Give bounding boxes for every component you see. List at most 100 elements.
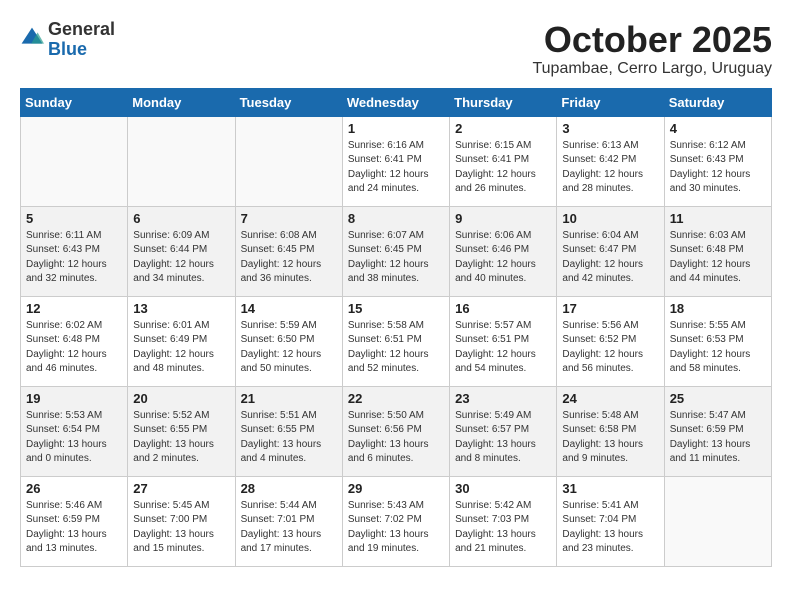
day-info: Sunrise: 6:01 AM Sunset: 6:49 PM Dayligh… (133, 319, 229, 377)
day-info: Sunrise: 5:46 AM Sunset: 6:59 PM Dayligh… (26, 499, 122, 557)
day-info: Sunrise: 6:15 AM Sunset: 6:41 PM Dayligh… (455, 139, 551, 197)
calendar-cell: 4 Sunrise: 6:12 AM Sunset: 6:43 PM Daylig… (664, 116, 771, 206)
logo-icon (20, 26, 44, 50)
day-number: 20 (133, 391, 229, 406)
logo-general-text: General (48, 19, 115, 39)
calendar-cell: 22Sunrise: 5:50 AM Sunset: 6:56 PM Dayli… (342, 386, 449, 476)
day-number: 10 (562, 211, 658, 226)
day-number: 1 (348, 121, 444, 136)
day-number: 31 (562, 481, 658, 496)
day-number: 13 (133, 301, 229, 316)
logo-blue-text: Blue (48, 39, 87, 59)
calendar-cell: 25 Sunrise: 5:47 AM Sunset: 6:59 PM Dayli… (664, 386, 771, 476)
day-info: Sunrise: 5:48 AM Sunset: 6:58 PM Dayligh… (562, 409, 658, 467)
calendar-cell: 5 Sunrise: 6:11 AM Sunset: 6:43 PM Daylig… (21, 206, 128, 296)
day-number: 3 (562, 121, 658, 136)
day-number: 18 (670, 301, 766, 316)
day-info: Sunrise: 6:13 AM Sunset: 6:42 PM Dayligh… (562, 139, 658, 197)
calendar-cell (128, 116, 235, 206)
calendar-cell: 23Sunrise: 5:49 AM Sunset: 6:57 PM Dayli… (450, 386, 557, 476)
day-number: 27 (133, 481, 229, 496)
day-number: 24 (562, 391, 658, 406)
day-info: Sunrise: 5:57 AM Sunset: 6:51 PM Dayligh… (455, 319, 551, 377)
day-info: Sunrise: 6:11 AM Sunset: 6:43 PM Dayligh… (26, 229, 122, 287)
day-number: 4 (670, 121, 766, 136)
day-info: Sunrise: 5:47 AM Sunset: 6:59 PM Dayligh… (670, 409, 766, 467)
calendar-cell: 17Sunrise: 5:56 AM Sunset: 6:52 PM Dayli… (557, 296, 664, 386)
day-info: Sunrise: 6:09 AM Sunset: 6:44 PM Dayligh… (133, 229, 229, 287)
day-number: 16 (455, 301, 551, 316)
day-info: Sunrise: 6:02 AM Sunset: 6:48 PM Dayligh… (26, 319, 122, 377)
day-number: 17 (562, 301, 658, 316)
calendar-cell: 9 Sunrise: 6:06 AM Sunset: 6:46 PM Daylig… (450, 206, 557, 296)
day-number: 12 (26, 301, 122, 316)
day-info: Sunrise: 6:04 AM Sunset: 6:47 PM Dayligh… (562, 229, 658, 287)
day-info: Sunrise: 5:58 AM Sunset: 6:51 PM Dayligh… (348, 319, 444, 377)
calendar-cell: 29 Sunrise: 5:43 AM Sunset: 7:02 PM Dayli… (342, 476, 449, 566)
calendar-cell: 21 Sunrise: 5:51 AM Sunset: 6:55 PM Dayli… (235, 386, 342, 476)
weekday-header-tuesday: Tuesday (235, 88, 342, 116)
calendar-cell (21, 116, 128, 206)
day-number: 9 (455, 211, 551, 226)
calendar-week-row: 19 Sunrise: 5:53 AM Sunset: 6:54 PM Dayli… (21, 386, 772, 476)
weekday-header-wednesday: Wednesday (342, 88, 449, 116)
day-number: 29 (348, 481, 444, 496)
day-number: 30 (455, 481, 551, 496)
calendar-cell: 20 Sunrise: 5:52 AM Sunset: 6:55 PM Dayli… (128, 386, 235, 476)
weekday-header-thursday: Thursday (450, 88, 557, 116)
day-number: 5 (26, 211, 122, 226)
calendar-week-row: 5 Sunrise: 6:11 AM Sunset: 6:43 PM Daylig… (21, 206, 772, 296)
day-info: Sunrise: 5:49 AM Sunset: 6:57 PM Dayligh… (455, 409, 551, 467)
day-number: 7 (241, 211, 337, 226)
calendar-cell: 3 Sunrise: 6:13 AM Sunset: 6:42 PM Daylig… (557, 116, 664, 206)
day-info: Sunrise: 5:59 AM Sunset: 6:50 PM Dayligh… (241, 319, 337, 377)
day-number: 28 (241, 481, 337, 496)
day-info: Sunrise: 6:03 AM Sunset: 6:48 PM Dayligh… (670, 229, 766, 287)
day-info: Sunrise: 5:53 AM Sunset: 6:54 PM Dayligh… (26, 409, 122, 467)
day-info: Sunrise: 5:51 AM Sunset: 6:55 PM Dayligh… (241, 409, 337, 467)
day-info: Sunrise: 5:55 AM Sunset: 6:53 PM Dayligh… (670, 319, 766, 377)
day-info: Sunrise: 6:12 AM Sunset: 6:43 PM Dayligh… (670, 139, 766, 197)
calendar-cell: 16 Sunrise: 5:57 AM Sunset: 6:51 PM Dayli… (450, 296, 557, 386)
calendar-cell: 27Sunrise: 5:45 AM Sunset: 7:00 PM Dayli… (128, 476, 235, 566)
calendar-cell: 12 Sunrise: 6:02 AM Sunset: 6:48 PM Dayli… (21, 296, 128, 386)
page-header: General Blue October 2025 Tupambae, Cerr… (20, 20, 772, 78)
calendar-cell: 7 Sunrise: 6:08 AM Sunset: 6:45 PM Daylig… (235, 206, 342, 296)
day-number: 8 (348, 211, 444, 226)
day-number: 2 (455, 121, 551, 136)
weekday-header-saturday: Saturday (664, 88, 771, 116)
calendar-cell: 6Sunrise: 6:09 AM Sunset: 6:44 PM Daylig… (128, 206, 235, 296)
calendar-cell: 11 Sunrise: 6:03 AM Sunset: 6:48 PM Dayli… (664, 206, 771, 296)
day-number: 15 (348, 301, 444, 316)
calendar-cell: 18 Sunrise: 5:55 AM Sunset: 6:53 PM Dayli… (664, 296, 771, 386)
day-info: Sunrise: 6:06 AM Sunset: 6:46 PM Dayligh… (455, 229, 551, 287)
calendar-cell: 26Sunrise: 5:46 AM Sunset: 6:59 PM Dayli… (21, 476, 128, 566)
calendar-cell: 15 Sunrise: 5:58 AM Sunset: 6:51 PM Dayli… (342, 296, 449, 386)
calendar-cell: 13 Sunrise: 6:01 AM Sunset: 6:49 PM Dayli… (128, 296, 235, 386)
calendar-week-row: 26Sunrise: 5:46 AM Sunset: 6:59 PM Dayli… (21, 476, 772, 566)
day-info: Sunrise: 6:08 AM Sunset: 6:45 PM Dayligh… (241, 229, 337, 287)
logo: General Blue (20, 20, 115, 60)
day-number: 25 (670, 391, 766, 406)
day-info: Sunrise: 5:52 AM Sunset: 6:55 PM Dayligh… (133, 409, 229, 467)
day-number: 19 (26, 391, 122, 406)
day-number: 14 (241, 301, 337, 316)
calendar-cell: 30 Sunrise: 5:42 AM Sunset: 7:03 PM Dayli… (450, 476, 557, 566)
day-info: Sunrise: 5:42 AM Sunset: 7:03 PM Dayligh… (455, 499, 551, 557)
calendar-week-row: 12 Sunrise: 6:02 AM Sunset: 6:48 PM Dayli… (21, 296, 772, 386)
day-info: Sunrise: 6:07 AM Sunset: 6:45 PM Dayligh… (348, 229, 444, 287)
calendar-cell: 8 Sunrise: 6:07 AM Sunset: 6:45 PM Daylig… (342, 206, 449, 296)
calendar-cell: 28 Sunrise: 5:44 AM Sunset: 7:01 PM Dayli… (235, 476, 342, 566)
month-title: October 2025 (532, 20, 772, 60)
day-number: 21 (241, 391, 337, 406)
day-info: Sunrise: 5:43 AM Sunset: 7:02 PM Dayligh… (348, 499, 444, 557)
calendar-cell (664, 476, 771, 566)
calendar-cell: 31Sunrise: 5:41 AM Sunset: 7:04 PM Dayli… (557, 476, 664, 566)
title-block: October 2025 Tupambae, Cerro Largo, Urug… (532, 20, 772, 78)
calendar-cell: 14 Sunrise: 5:59 AM Sunset: 6:50 PM Dayli… (235, 296, 342, 386)
day-number: 11 (670, 211, 766, 226)
weekday-header-sunday: Sunday (21, 88, 128, 116)
calendar-table: SundayMondayTuesdayWednesdayThursdayFrid… (20, 88, 772, 567)
day-info: Sunrise: 6:16 AM Sunset: 6:41 PM Dayligh… (348, 139, 444, 197)
day-info: Sunrise: 5:44 AM Sunset: 7:01 PM Dayligh… (241, 499, 337, 557)
